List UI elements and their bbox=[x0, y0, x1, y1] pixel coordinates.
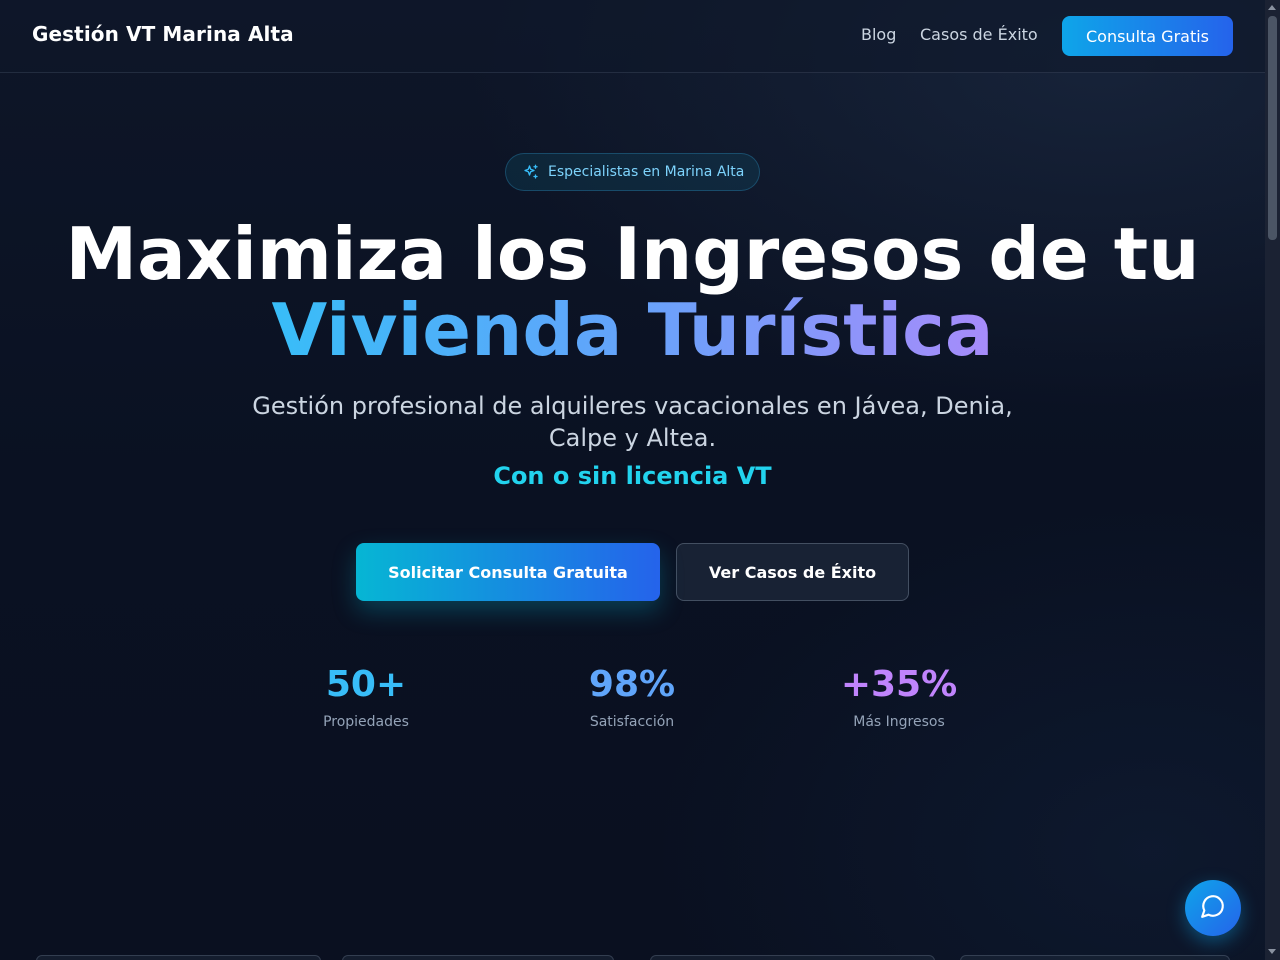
stat-label: Más Ingresos bbox=[853, 714, 945, 730]
stat-value: 98% bbox=[588, 664, 676, 705]
scrollbar[interactable] bbox=[1265, 0, 1280, 960]
nav-link-blog[interactable]: Blog bbox=[861, 25, 896, 44]
feature-card bbox=[650, 955, 935, 960]
nav-link-casos-de-exito[interactable]: Casos de Éxito bbox=[920, 25, 1038, 44]
stat-label: Propiedades bbox=[323, 714, 409, 730]
chat-button[interactable] bbox=[1185, 880, 1241, 936]
hero-title-highlight: Vivienda Turística bbox=[271, 288, 994, 372]
page: Gestión VT Marina Alta Blog Casos de Éxi… bbox=[0, 0, 1265, 960]
scroll-up-arrow-icon[interactable] bbox=[1268, 5, 1276, 10]
stat-mas-ingresos: +35% Más Ingresos bbox=[799, 662, 999, 730]
solicitar-consulta-button[interactable]: Solicitar Consulta Gratuita bbox=[356, 543, 660, 601]
specialists-badge: Especialistas en Marina Alta bbox=[505, 153, 760, 191]
sparkles-icon bbox=[522, 163, 540, 181]
feature-card bbox=[342, 955, 614, 960]
brand-logo-text[interactable]: Gestión VT Marina Alta bbox=[32, 22, 294, 46]
badge-label: Especialistas en Marina Alta bbox=[548, 164, 745, 180]
chat-bubble-icon bbox=[1200, 893, 1226, 923]
navbar: Gestión VT Marina Alta Blog Casos de Éxi… bbox=[0, 0, 1265, 73]
licencia-highlight: Con o sin licencia VT bbox=[493, 462, 772, 490]
hero-title-line-2: Vivienda Turística bbox=[0, 294, 1265, 366]
feature-card bbox=[36, 955, 321, 960]
scroll-down-arrow-icon[interactable] bbox=[1268, 949, 1276, 954]
stat-propiedades: 50+ Propiedades bbox=[266, 662, 466, 730]
ver-casos-button[interactable]: Ver Casos de Éxito bbox=[676, 543, 909, 601]
hero-title-line-1: Maximiza los Ingresos de tu bbox=[65, 212, 1200, 296]
hero-subtitle: Gestión profesional de alquileres vacaci… bbox=[252, 392, 1013, 452]
consulta-gratis-button[interactable]: Consulta Gratis bbox=[1062, 16, 1233, 56]
scrollbar-thumb[interactable] bbox=[1268, 16, 1277, 240]
stat-value: 50+ bbox=[325, 664, 407, 705]
feature-card bbox=[960, 955, 1230, 960]
stat-label: Satisfacción bbox=[589, 714, 675, 730]
stat-value: +35% bbox=[840, 664, 958, 705]
stat-satisfaccion: 98% Satisfacción bbox=[532, 662, 732, 730]
